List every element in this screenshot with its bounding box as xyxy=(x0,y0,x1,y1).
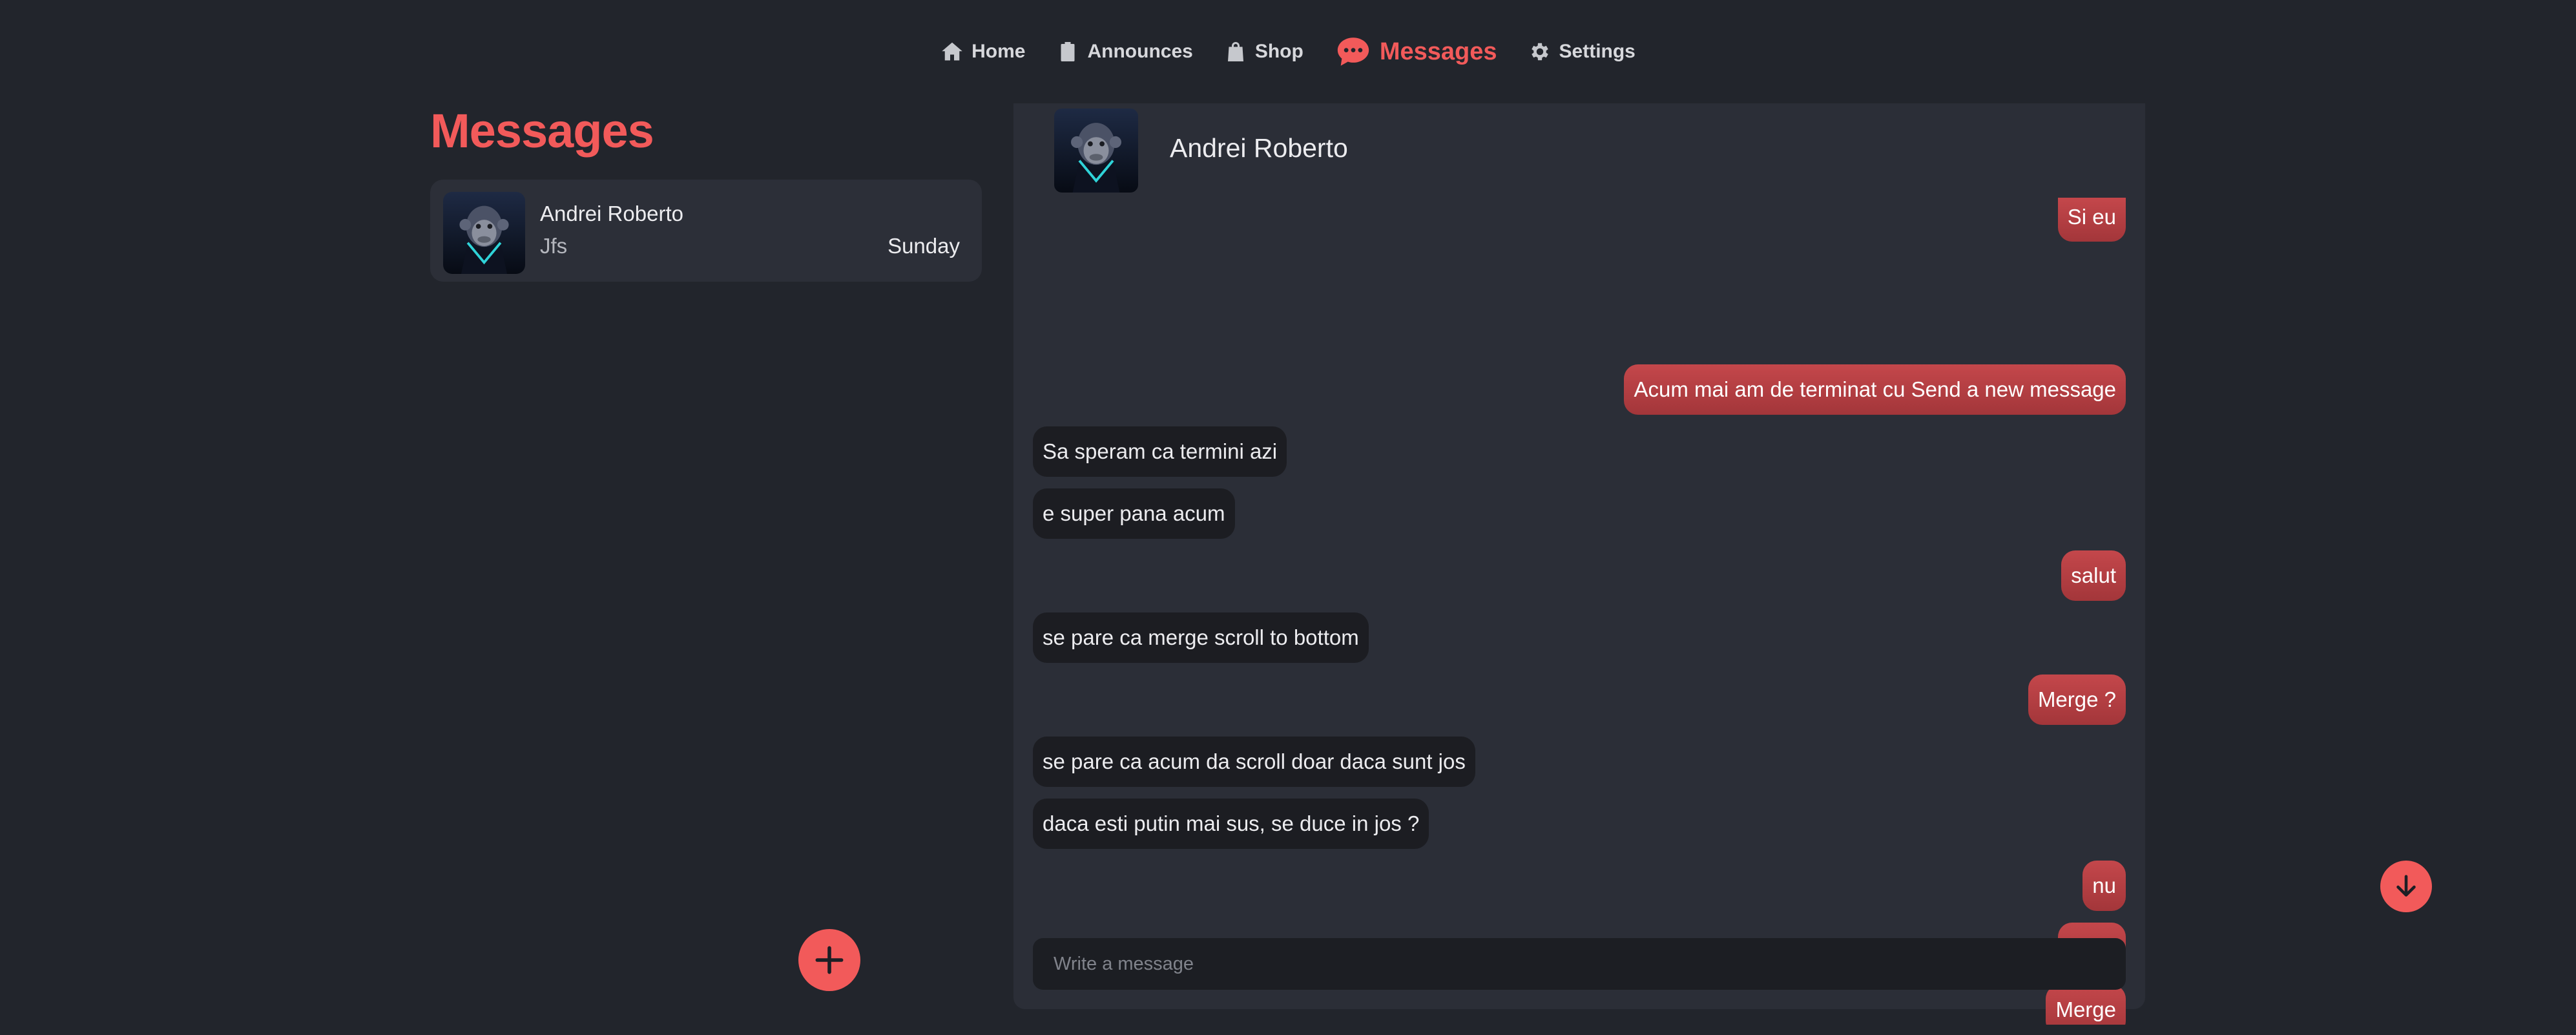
conversation-last-message: Jfs xyxy=(540,234,568,258)
nav-announces[interactable]: Announces xyxy=(1056,40,1193,63)
message-outgoing: Merge xyxy=(2046,985,2126,1025)
message-outgoing: Merge ? xyxy=(2028,674,2126,725)
shopping-bag-icon xyxy=(1227,42,1243,61)
message-outgoing: salut xyxy=(2061,550,2126,601)
avatar xyxy=(443,192,525,274)
nav-shop-label: Shop xyxy=(1254,41,1304,62)
message-incoming: se pare ca acum da scroll doar daca sunt… xyxy=(1033,737,1475,787)
conversation-name: Andrei Roberto xyxy=(540,202,683,225)
nav-shop[interactable]: Shop xyxy=(1224,40,1304,63)
nav-settings[interactable]: Settings xyxy=(1528,40,1636,63)
clipboard-icon xyxy=(1061,42,1075,61)
message-incoming: e super pana acum xyxy=(1033,488,1235,539)
top-nav: Home Announces Shop Messages Settings xyxy=(0,34,2576,70)
gear-icon xyxy=(1531,43,1548,61)
message-outgoing: nu xyxy=(2083,861,2126,911)
message-incoming: Sa speram ca termini azi xyxy=(1033,426,1287,477)
chat-bubble-icon xyxy=(1337,37,1369,66)
nav-messages-label: Messages xyxy=(1379,37,1497,65)
arrow-down-icon xyxy=(2396,875,2416,897)
chimpanzee-avatar-icon xyxy=(443,192,525,274)
home-icon xyxy=(942,42,962,61)
page-title: Messages xyxy=(430,104,654,158)
conversation-timestamp: Sunday xyxy=(888,234,960,258)
chat-panel: Andrei Roberto Si eu Acum mai am de term… xyxy=(1013,103,2145,1025)
new-conversation-button[interactable] xyxy=(798,929,860,991)
chat-contact-name[interactable]: Andrei Roberto xyxy=(1170,133,1348,163)
message-outgoing: Si eu xyxy=(2057,198,2126,242)
chat-contact-avatar[interactable] xyxy=(1054,109,1138,193)
message-input[interactable] xyxy=(1033,938,2126,990)
scroll-to-bottom-button[interactable] xyxy=(2380,861,2432,912)
message-incoming: se pare ca merge scroll to bottom xyxy=(1033,612,1369,663)
chimpanzee-avatar-icon xyxy=(1054,109,1138,193)
conversation-item[interactable]: Andrei Roberto Jfs Sunday xyxy=(430,180,982,282)
plus-icon xyxy=(815,946,844,974)
nav-messages[interactable]: Messages xyxy=(1335,33,1497,70)
nav-home-label: Home xyxy=(971,41,1026,62)
nav-home[interactable]: Home xyxy=(940,40,1025,63)
message-list[interactable]: Si eu Acum mai am de terminat cu Send a … xyxy=(1033,198,2126,1025)
nav-announces-label: Announces xyxy=(1087,41,1193,62)
message-incoming: daca esti putin mai sus, se duce in jos … xyxy=(1033,799,1429,849)
message-outgoing: Acum mai am de terminat cu Send a new me… xyxy=(1624,364,2126,415)
nav-settings-label: Settings xyxy=(1559,41,1636,62)
